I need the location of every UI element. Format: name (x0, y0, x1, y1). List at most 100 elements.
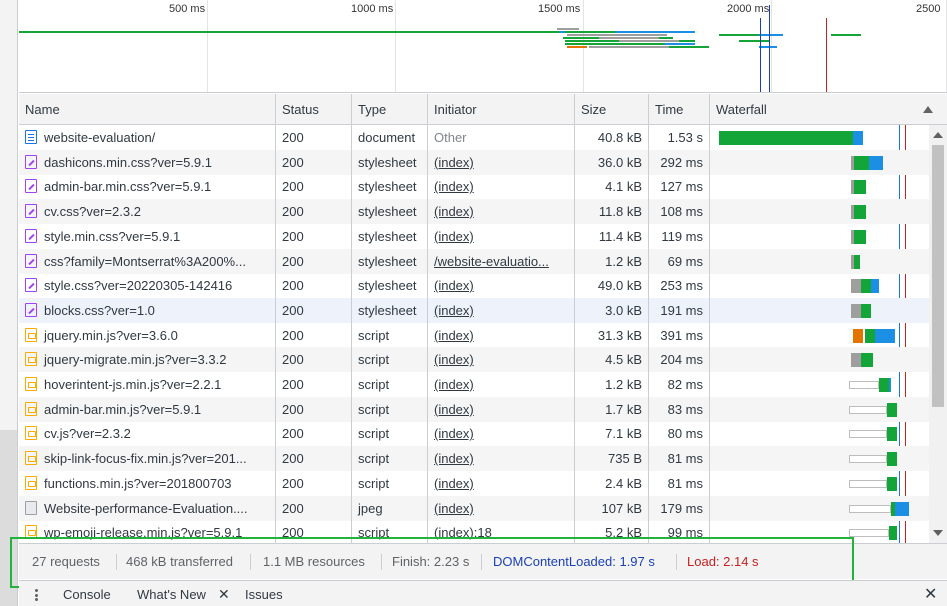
drawer-tab-console[interactable]: Console (63, 581, 111, 606)
overview-domcontentloaded-marker (760, 18, 761, 92)
table-row[interactable]: dashicons.min.css?ver=5.9.1 200 stylesheet… (19, 149, 929, 175)
initiator-link[interactable]: (index) (434, 476, 474, 491)
cell-time: 69 ms (649, 248, 710, 274)
initiator-link[interactable]: (index) (434, 501, 474, 516)
cell-initiator[interactable]: (index) (428, 421, 575, 447)
table-row[interactable]: cv.js?ver=2.3.2 200 script (index) 7.1 kB 80 … (19, 421, 929, 447)
drawer-tab-issues[interactable]: Issues (245, 581, 283, 606)
waterfall-bar (854, 229, 866, 244)
table-row[interactable]: style.css?ver=20220305-142416 200 styleshe… (19, 273, 929, 299)
column-header-size[interactable]: Size (575, 94, 649, 125)
column-header-type[interactable]: Type (352, 94, 428, 125)
initiator-link[interactable]: (index) (434, 402, 474, 417)
cell-status: 200 (276, 372, 352, 397)
cell-initiator[interactable]: (index) (428, 297, 575, 323)
table-row[interactable]: jquery-migrate.min.js?ver=3.3.2 200 script… (19, 347, 929, 373)
cell-initiator[interactable]: (index) (428, 446, 575, 472)
waterfall-bar (865, 328, 875, 343)
table-row[interactable]: website-evaluation/200 document Other 40.8 … (19, 125, 929, 150)
waterfall-bar (861, 303, 871, 318)
cell-name[interactable]: hoverintent-js.min.js?ver=2.2.1 (19, 372, 276, 397)
cell-name[interactable]: jquery.min.js?ver=3.6.0 (19, 322, 276, 348)
cell-name[interactable]: admin-bar.min.js?ver=5.9.1 (19, 396, 276, 422)
cell-initiator[interactable]: (index) (428, 223, 575, 249)
close-drawer-icon[interactable]: ✕ (924, 584, 937, 604)
stylesheet-icon (25, 228, 37, 243)
cell-name[interactable]: style.css?ver=20220305-142416 (19, 273, 276, 299)
cell-size: 40.8 kB (575, 125, 649, 150)
table-row[interactable]: jquery.min.js?ver=3.6.0 200 script (index) 3… (19, 322, 929, 348)
initiator-link[interactable]: (index) (434, 179, 474, 194)
sort-ascending-icon[interactable] (923, 106, 933, 113)
column-header-initiator[interactable]: Initiator (428, 94, 575, 125)
column-header-time[interactable]: Time (649, 94, 710, 125)
cell-time: 253 ms (649, 273, 710, 299)
cell-initiator[interactable]: (index) (428, 347, 575, 373)
cell-type: stylesheet (352, 273, 428, 299)
initiator-link[interactable]: (index) (434, 155, 474, 170)
cell-name[interactable]: admin-bar.min.css?ver=5.9.1 (19, 174, 276, 200)
table-row[interactable]: admin-bar.min.js?ver=5.9.1 200 script (inde… (19, 396, 929, 422)
cell-type: stylesheet (352, 223, 428, 249)
initiator-link[interactable]: (index) (434, 352, 474, 367)
cell-initiator[interactable]: (index) (428, 199, 575, 225)
column-header-name[interactable]: Name (19, 94, 276, 125)
scroll-down-icon[interactable] (933, 530, 943, 536)
initiator-link[interactable]: (index) (434, 204, 474, 219)
cell-initiator[interactable]: (index) (428, 470, 575, 496)
column-header-waterfall[interactable]: Waterfall (710, 94, 947, 125)
cell-name[interactable]: dashicons.min.css?ver=5.9.1 (19, 149, 276, 175)
drawer-tab-whats-new[interactable]: What's New (137, 581, 206, 606)
cell-status: 200 (276, 347, 352, 373)
cell-name[interactable]: jquery-migrate.min.js?ver=3.3.2 (19, 347, 276, 373)
cell-name[interactable]: cv.js?ver=2.3.2 (19, 421, 276, 447)
cell-size: 1.7 kB (575, 396, 649, 422)
scroll-up-icon[interactable] (933, 132, 943, 138)
cell-name[interactable]: css?family=Montserrat%3A200%... (19, 248, 276, 274)
initiator-link[interactable]: (index) (434, 328, 474, 343)
cell-initiator[interactable]: (index) (428, 372, 575, 397)
close-tab-icon[interactable]: ✕ (218, 586, 230, 603)
table-row[interactable]: skip-link-focus-fix.min.js?ver=201... 200… (19, 446, 929, 472)
cell-name[interactable]: functions.min.js?ver=201800703 (19, 470, 276, 496)
cell-name[interactable]: cv.css?ver=2.3.2 (19, 199, 276, 225)
cell-initiator[interactable]: (index) (428, 396, 575, 422)
overview-tick-2500: 2500 (916, 3, 941, 15)
initiator-link[interactable]: (index) (434, 426, 474, 441)
cell-name[interactable]: skip-link-focus-fix.min.js?ver=201... (19, 446, 276, 472)
scrollbar-thumb[interactable] (932, 145, 944, 407)
cell-initiator[interactable]: (index) (428, 495, 575, 521)
network-overview-timeline[interactable]: 500 ms 1000 ms 1500 ms 2000 ms 2500 (19, 0, 947, 93)
initiator-link[interactable]: (index) (434, 229, 474, 244)
cell-initiator[interactable]: (index) (428, 322, 575, 348)
table-row[interactable]: blocks.css?ver=1.0 200 stylesheet (index) 3.… (19, 297, 929, 323)
table-row[interactable]: style.min.css?ver=5.9.1 200 stylesheet (ind… (19, 223, 929, 249)
cell-time: 204 ms (649, 347, 710, 373)
table-row[interactable]: cv.css?ver=2.3.2 200 stylesheet (index) 11.8… (19, 199, 929, 225)
table-row[interactable]: css?family=Montserrat%3A200%... 200 styles… (19, 248, 929, 274)
waterfall-bar (849, 504, 891, 513)
initiator-link[interactable]: (index) (434, 377, 474, 392)
waterfall-bar (861, 279, 871, 294)
initiator-link[interactable]: (index) (434, 278, 474, 293)
table-row[interactable]: functions.min.js?ver=201800703 200 script (… (19, 470, 929, 496)
cell-initiator[interactable]: (index) (428, 149, 575, 175)
column-header-status[interactable]: Status (276, 94, 352, 125)
table-scrollbar[interactable] (929, 125, 947, 543)
table-row[interactable]: hoverintent-js.min.js?ver=2.2.1 200 script… (19, 372, 929, 397)
drawer-menu-icon[interactable] (35, 589, 38, 601)
initiator-link[interactable]: (index) (434, 451, 474, 466)
waterfall-bar (875, 328, 895, 343)
initiator-link[interactable]: (index) (434, 303, 474, 318)
cell-name[interactable]: style.min.css?ver=5.9.1 (19, 223, 276, 249)
cell-initiator[interactable]: (index) (428, 174, 575, 200)
cell-name[interactable]: Website-performance-Evaluation.... (19, 495, 276, 521)
table-row[interactable]: Website-performance-Evaluation.... 200 jpe… (19, 495, 929, 521)
cell-name[interactable]: blocks.css?ver=1.0 (19, 297, 276, 323)
cell-initiator[interactable]: (index) (428, 273, 575, 299)
table-row[interactable]: admin-bar.min.css?ver=5.9.1 200 stylesheet… (19, 174, 929, 200)
cell-type: stylesheet (352, 149, 428, 175)
cell-name[interactable]: website-evaluation/ (19, 125, 276, 150)
initiator-link[interactable]: /website-evaluatio... (434, 254, 549, 269)
cell-initiator[interactable]: /website-evaluatio... (428, 248, 575, 274)
